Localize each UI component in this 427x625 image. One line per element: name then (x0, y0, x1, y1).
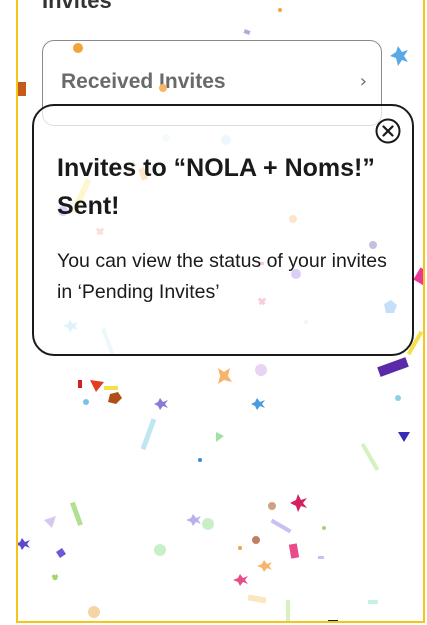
page-title: Invites (42, 0, 112, 13)
close-icon[interactable] (375, 118, 401, 144)
dialog-title: Invites to “NOLA + Noms!” Sent! (57, 154, 375, 220)
chevron-right-icon: › (359, 71, 367, 92)
invite-sent-dialog: Invites to “NOLA + Noms!” Sent! You can … (32, 104, 414, 356)
received-invites-label: Received Invites (61, 70, 226, 93)
dialog-message: You can view the status of your invites … (57, 250, 387, 303)
app-frame: Invites Received Invites › Invites to “N… (16, 0, 425, 623)
